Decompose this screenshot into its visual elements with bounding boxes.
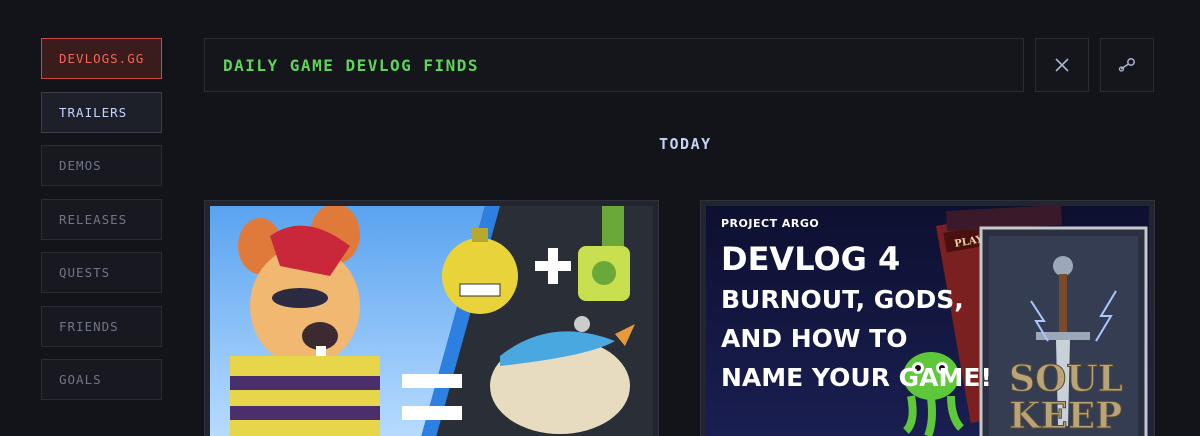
book-title-line1: SOUL	[1009, 358, 1123, 400]
steam-icon	[1118, 58, 1135, 72]
card-subtitle-line2: AND HOW TO	[721, 324, 908, 353]
devlog-card[interactable]: PLAYER SOUL KEEP PROJECT ARGO DEVLOG 4 B…	[700, 200, 1155, 436]
card-project-name: PROJECT ARGO	[721, 217, 820, 230]
brand-logo-button[interactable]: DEVLOGS.GG	[41, 38, 162, 79]
x-icon	[1055, 58, 1069, 72]
card-devlog-number: DEVLOG 4	[721, 240, 901, 278]
nav-item-goals[interactable]: GOALS	[41, 359, 162, 400]
devlog-card-text: PROJECT ARGO DEVLOG 4 BURNOUT, GODS, AND…	[721, 217, 992, 395]
nav-item-quests[interactable]: QUESTS	[41, 252, 162, 293]
devlog-card[interactable]	[204, 200, 659, 436]
nav-item-friends[interactable]: FRIENDS	[41, 305, 162, 347]
card-subtitle-line1: BURNOUT, GODS,	[721, 285, 964, 314]
section-title-today: TODAY	[659, 135, 712, 153]
steam-social-button[interactable]	[1100, 38, 1154, 92]
sidebar-nav: DEVLOGS.GG TRAILERS DEMOS RELEASES QUEST…	[41, 38, 162, 413]
book-title-line2: KEEP	[1009, 395, 1122, 436]
x-social-button[interactable]	[1035, 38, 1089, 92]
cartoon-rat-bomb-bird-art	[210, 206, 653, 436]
nav-item-trailers[interactable]: TRAILERS	[41, 91, 162, 133]
card-subtitle-line3: NAME YOUR GAME!	[721, 363, 992, 392]
header-title: DAILY GAME DEVLOG FINDS	[223, 55, 480, 75]
header-banner: DAILY GAME DEVLOG FINDS	[204, 38, 1024, 92]
nav-item-releases[interactable]: RELEASES	[41, 198, 162, 240]
